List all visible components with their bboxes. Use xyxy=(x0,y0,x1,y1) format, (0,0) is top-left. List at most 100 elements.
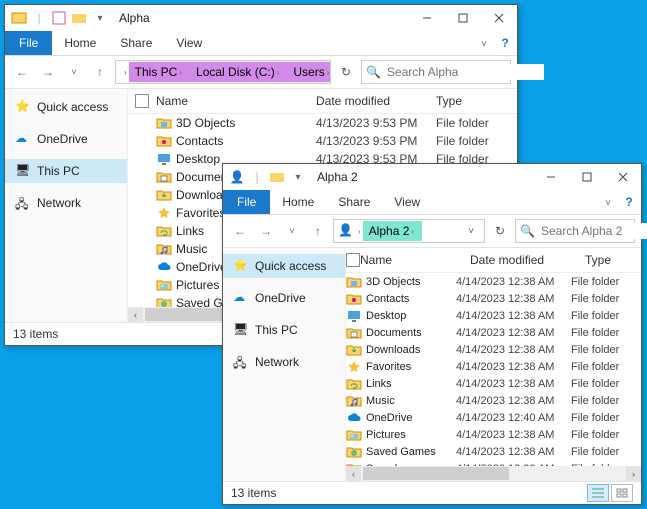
minimize-button[interactable] xyxy=(533,164,569,190)
scroll-track[interactable] xyxy=(361,466,626,481)
close-button[interactable] xyxy=(481,5,517,31)
breadcrumb-seg[interactable]: Alpha 2› xyxy=(363,221,422,241)
ribbon-tab-view[interactable]: View xyxy=(164,31,214,55)
qat-sep: | xyxy=(249,169,265,185)
nav-up-button[interactable]: ↑ xyxy=(307,220,329,242)
column-name[interactable]: Name xyxy=(360,253,470,267)
ribbon-file-tab[interactable]: File xyxy=(223,190,270,214)
table-row[interactable]: 3D Objects4/13/2023 9:53 PMFile folder xyxy=(128,114,517,132)
file-name: Favorites xyxy=(366,361,411,373)
breadcrumb-seg[interactable]: Local Disk (C:)› xyxy=(190,62,287,82)
column-type[interactable]: Type xyxy=(436,94,516,108)
qat-dropdown-icon[interactable]: ▾ xyxy=(289,164,307,190)
titlebar[interactable]: | ▾ Alpha xyxy=(5,5,517,31)
nav-forward-button[interactable]: → xyxy=(37,61,59,83)
column-type[interactable]: Type xyxy=(585,253,641,267)
sidebar-item-this-pc[interactable]: 🖥This PC xyxy=(223,318,345,342)
nav-recent-dropdown[interactable]: ˅ xyxy=(281,220,303,242)
table-row[interactable]: Favorites4/14/2023 12:38 AMFile folder xyxy=(346,358,641,375)
table-row[interactable]: Music4/14/2023 12:38 AMFile folder xyxy=(346,392,641,409)
search-box[interactable]: 🔍 xyxy=(515,219,635,243)
explorer-window-2[interactable]: 👤 | ▾ Alpha 2 File Home Share View ˅ ? ←… xyxy=(222,163,642,505)
column-headers[interactable]: Name Date modified Type xyxy=(128,89,517,114)
qat-properties-icon[interactable] xyxy=(51,10,67,26)
ribbon-file-tab[interactable]: File xyxy=(5,31,52,55)
nav-back-button[interactable]: ← xyxy=(11,61,33,83)
sidebar-item-network[interactable]: 🖧Network xyxy=(223,350,345,374)
table-row[interactable]: Saved Games4/14/2023 12:38 AMFile folder xyxy=(346,443,641,460)
minimize-button[interactable] xyxy=(409,5,445,31)
address-bar[interactable]: › This PC› Local Disk (C:)› Users› Alpha… xyxy=(115,60,331,84)
nav-pane[interactable]: ⭐Quick access ☁OneDrive 🖥This PC 🖧Networ… xyxy=(5,89,128,322)
ribbon-help-icon[interactable]: ? xyxy=(617,190,641,214)
nav-pane[interactable]: ⭐Quick access ☁OneDrive 🖥This PC 🖧Networ… xyxy=(223,248,346,481)
scroll-left-button[interactable]: ‹ xyxy=(346,466,361,481)
file-date: 4/14/2023 12:38 AM xyxy=(456,361,571,373)
select-all-checkbox[interactable] xyxy=(135,94,149,108)
file-type: File folder xyxy=(571,327,641,339)
nav-up-button[interactable]: ↑ xyxy=(89,61,111,83)
maximize-button[interactable] xyxy=(569,164,605,190)
ribbon-tab-home[interactable]: Home xyxy=(52,31,108,55)
file-date: 4/14/2023 12:38 AM xyxy=(456,293,571,305)
column-date[interactable]: Date modified xyxy=(316,94,436,108)
nav-forward-button[interactable]: → xyxy=(255,220,277,242)
column-headers[interactable]: Name Date modified Type xyxy=(346,248,641,273)
scroll-left-button[interactable]: ‹ xyxy=(128,307,143,322)
sidebar-item-network[interactable]: 🖧Network xyxy=(5,191,127,215)
sidebar-item-quick-access[interactable]: ⭐Quick access xyxy=(5,95,127,119)
address-dropdown-icon[interactable]: ˅ xyxy=(462,226,480,237)
table-row[interactable]: Contacts4/14/2023 12:38 AMFile folder xyxy=(346,290,641,307)
refresh-button[interactable]: ↻ xyxy=(335,61,357,83)
table-row[interactable]: OneDrive4/14/2023 12:40 AMFile folder xyxy=(346,409,641,426)
ribbon-tab-share[interactable]: Share xyxy=(108,31,164,55)
qat-folder-icon[interactable] xyxy=(269,169,285,185)
ribbon-tab-view[interactable]: View xyxy=(382,190,432,214)
ribbon-tab-share[interactable]: Share xyxy=(326,190,382,214)
maximize-button[interactable] xyxy=(445,5,481,31)
breadcrumb-seg[interactable]: This PC› xyxy=(129,62,190,82)
breadcrumb-seg[interactable]: Users› xyxy=(287,62,331,82)
qat-dropdown-icon[interactable]: ▾ xyxy=(91,5,109,31)
titlebar[interactable]: 👤 | ▾ Alpha 2 xyxy=(223,164,641,190)
sidebar-item-this-pc[interactable]: 🖥This PC xyxy=(5,159,127,183)
scroll-thumb[interactable] xyxy=(363,467,509,480)
sidebar-item-onedrive[interactable]: ☁OneDrive xyxy=(5,127,127,151)
file-type: File folder xyxy=(571,344,641,356)
file-type: File folder xyxy=(571,310,641,322)
chevron-right-icon[interactable]: › xyxy=(356,227,363,236)
table-row[interactable]: Contacts4/13/2023 9:53 PMFile folder xyxy=(128,132,517,150)
search-input[interactable] xyxy=(385,64,544,80)
search-input[interactable] xyxy=(539,223,647,239)
file-name: Contacts xyxy=(176,134,223,148)
ribbon-collapse-icon[interactable]: ˅ xyxy=(475,31,493,57)
column-date[interactable]: Date modified xyxy=(470,253,585,267)
ribbon-tab-home[interactable]: Home xyxy=(270,190,326,214)
select-all-checkbox[interactable] xyxy=(346,253,360,267)
search-box[interactable]: 🔍 xyxy=(361,60,511,84)
table-row[interactable]: Pictures4/14/2023 12:38 AMFile folder xyxy=(346,426,641,443)
file-list-pane[interactable]: Name Date modified Type 3D Objects4/14/2… xyxy=(346,248,641,481)
scroll-right-button[interactable]: › xyxy=(626,466,641,481)
table-row[interactable]: Documents4/14/2023 12:38 AMFile folder xyxy=(346,324,641,341)
close-button[interactable] xyxy=(605,164,641,190)
refresh-button[interactable]: ↻ xyxy=(489,220,511,242)
table-row[interactable]: Downloads4/14/2023 12:38 AMFile folder xyxy=(346,341,641,358)
sidebar-item-onedrive[interactable]: ☁OneDrive xyxy=(223,286,345,310)
details-view-icon[interactable] xyxy=(587,484,609,502)
file-date: 4/14/2023 12:38 AM xyxy=(456,429,571,441)
nav-recent-dropdown[interactable]: ˅ xyxy=(63,61,85,83)
address-bar[interactable]: 👤 › Alpha 2› ˅ xyxy=(333,219,485,243)
nav-back-button[interactable]: ← xyxy=(229,220,251,242)
column-name[interactable]: Name xyxy=(156,94,316,108)
ribbon-help-icon[interactable]: ? xyxy=(493,31,517,55)
table-row[interactable]: Links4/14/2023 12:38 AMFile folder xyxy=(346,375,641,392)
table-row[interactable]: Desktop4/14/2023 12:38 AMFile folder xyxy=(346,307,641,324)
large-icons-view-icon[interactable] xyxy=(611,484,633,502)
qat-folder-icon[interactable] xyxy=(71,10,87,26)
table-row[interactable]: 3D Objects4/14/2023 12:38 AMFile folder xyxy=(346,273,641,290)
sidebar-item-quick-access[interactable]: ⭐Quick access xyxy=(223,254,345,278)
chevron-right-icon[interactable]: › xyxy=(122,68,129,77)
horizontal-scrollbar[interactable]: ‹ › xyxy=(346,466,641,481)
ribbon-collapse-icon[interactable]: ˅ xyxy=(599,190,617,216)
